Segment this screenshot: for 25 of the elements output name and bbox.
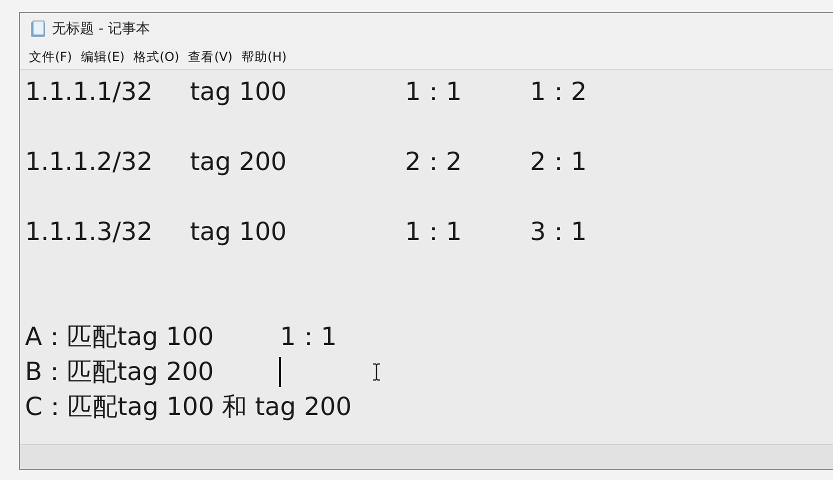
text-line: 3：1 bbox=[530, 217, 587, 246]
menu-item[interactable]: 帮助(H) bbox=[238, 48, 290, 66]
text-line: 1：2 bbox=[530, 77, 587, 106]
text-line: A：匹配tag 100 bbox=[25, 322, 214, 351]
text-line: B：匹配tag 200 bbox=[25, 357, 214, 386]
text-line: 1：1 bbox=[405, 217, 462, 246]
text-line: 1.1.1.2/32 bbox=[25, 147, 153, 176]
text-editor-area[interactable]: 1.1.1.1/32 tag 100 1：1 1：2 1.1.1.2/32 tag 200 2：2 2：1 1.1.1.3/32 tag 100 1：1 3：1 A：匹配tag 100 1：1 B：匹配tag 200 C：匹配tag 100 和 tag 200 bbox=[20, 69, 833, 444]
window-title: 无标题 - 记事本 bbox=[52, 20, 150, 38]
text-line: 1.1.1.1/32 bbox=[25, 77, 153, 106]
menu-item[interactable]: 文件(F) bbox=[26, 48, 75, 66]
menu-item[interactable]: 格式(O) bbox=[130, 48, 182, 66]
text-line: 1：1 bbox=[405, 77, 462, 106]
text-line: 2：1 bbox=[530, 147, 587, 176]
menu-item[interactable]: 查看(V) bbox=[185, 48, 236, 66]
text-line: C：匹配tag 100 和 tag 200 bbox=[25, 392, 352, 421]
text-line: tag 100 bbox=[190, 217, 287, 246]
text-line: 1：1 bbox=[280, 322, 337, 351]
i-beam-cursor-icon bbox=[372, 362, 380, 380]
text-line: tag 200 bbox=[190, 147, 287, 176]
menu-item[interactable]: 编辑(E) bbox=[78, 48, 128, 66]
text-line: 1.1.1.3/32 bbox=[25, 217, 153, 246]
text-line: tag 100 bbox=[190, 77, 287, 106]
text-line: 2：2 bbox=[405, 147, 462, 176]
notepad-icon bbox=[30, 20, 46, 38]
